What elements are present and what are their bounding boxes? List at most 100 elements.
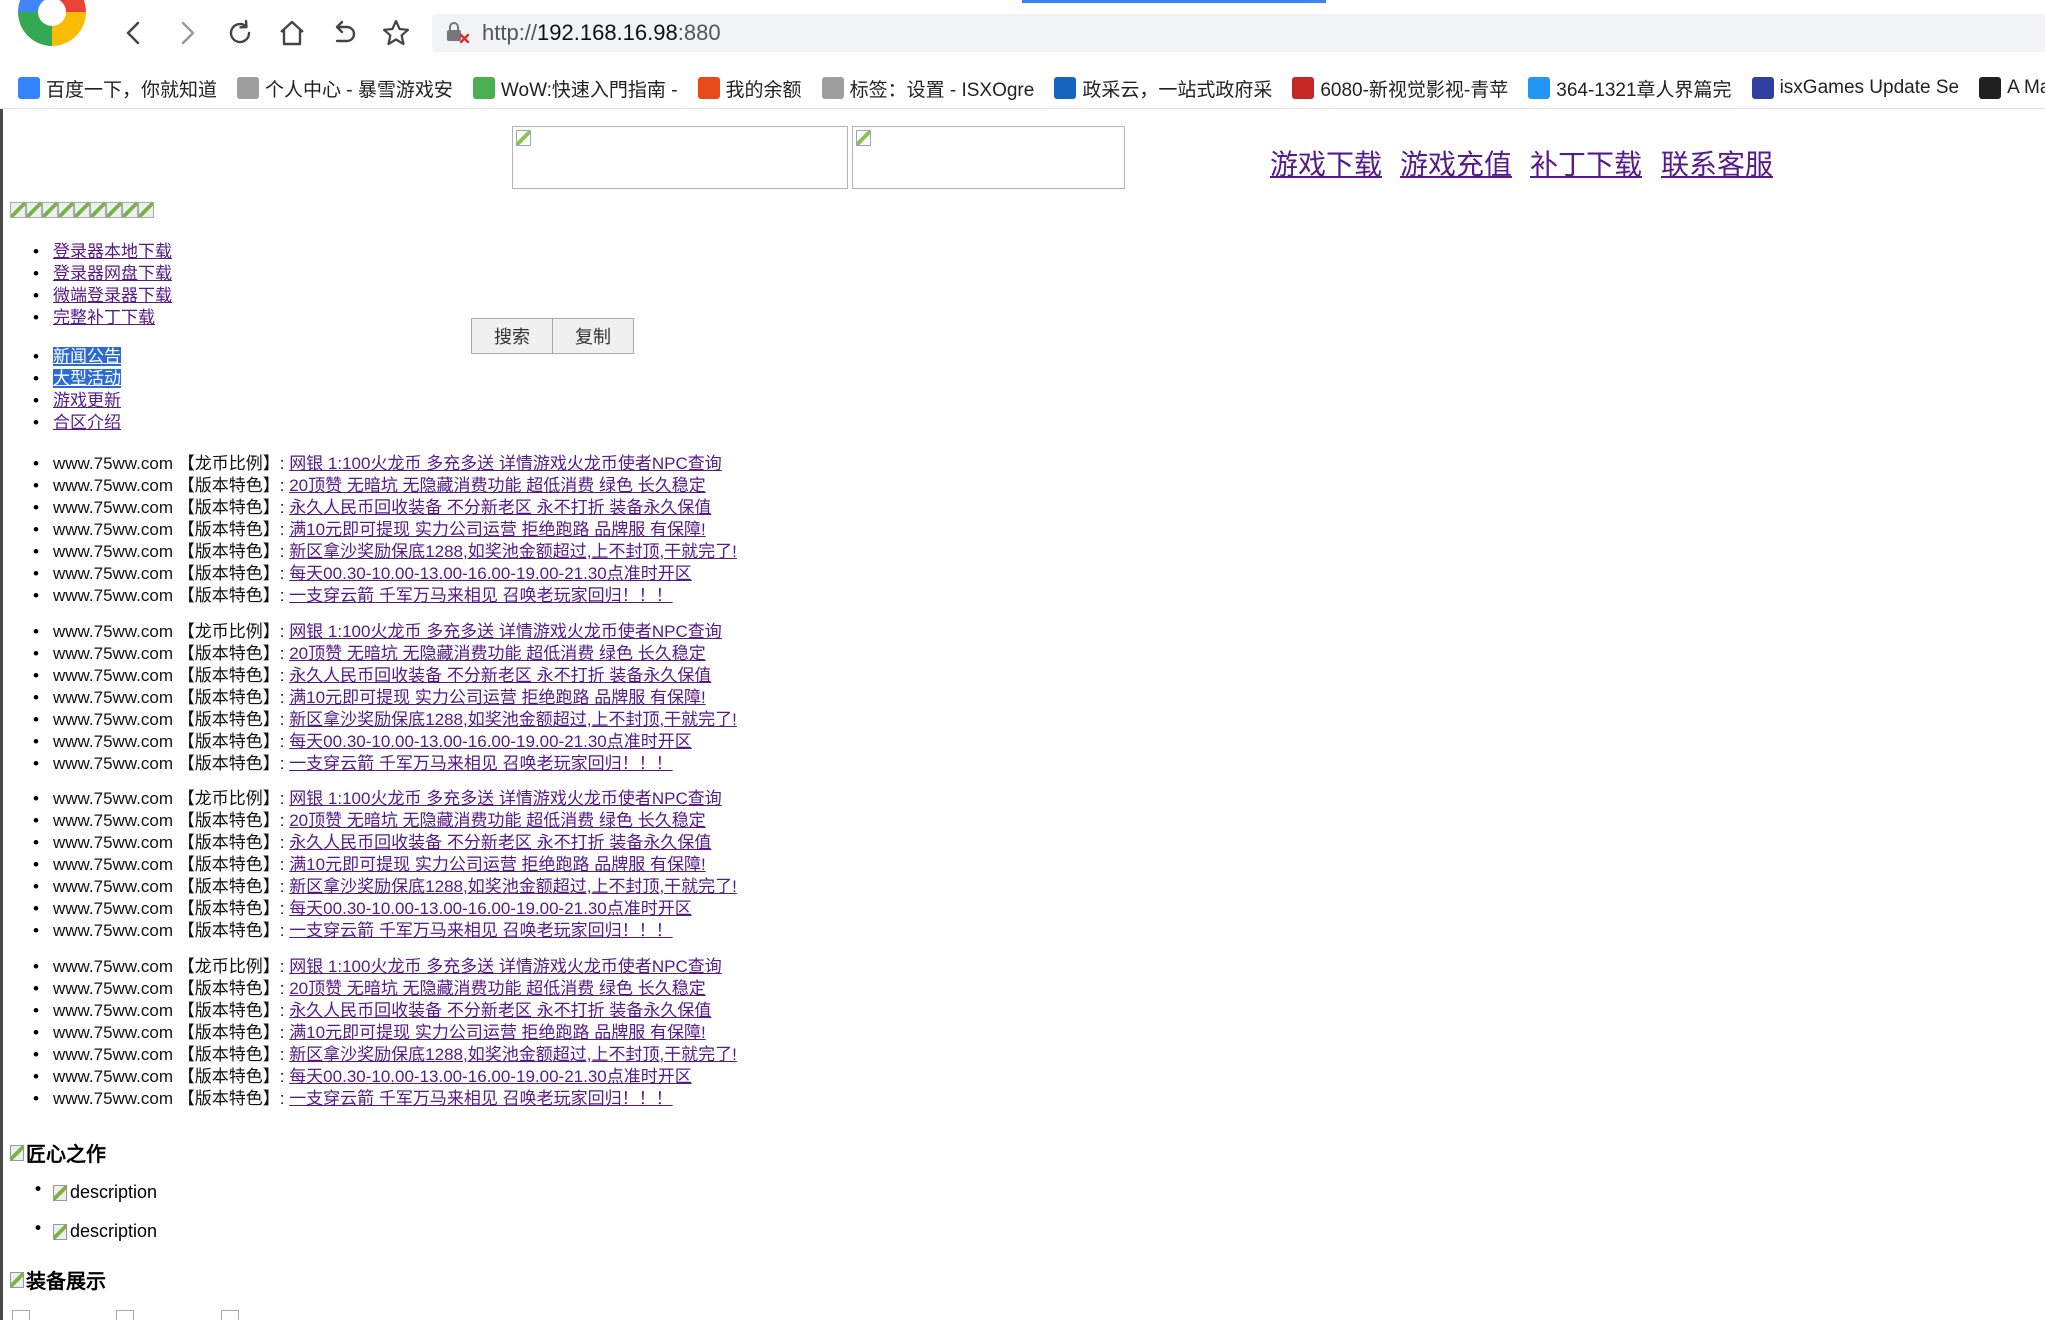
equipment-image-2	[116, 1310, 134, 1320]
promo-tag: 【版本特色】:	[177, 644, 285, 663]
bookmark-item[interactable]: 364-1321章人界篇完	[1528, 75, 1732, 102]
promo-site: www.75ww.com	[53, 789, 173, 808]
url-text[interactable]: http://192.168.16.98:880	[482, 20, 721, 46]
promo-site: www.75ww.com	[53, 1067, 173, 1086]
promo-row: www.75ww.com 【版本特色】: 20顶赞 无暗坑 无隐藏消费功能 超低…	[0, 643, 737, 665]
promo-site: www.75ww.com	[53, 1001, 173, 1020]
search-button[interactable]: 搜索	[471, 318, 553, 354]
promo-tag: 【版本特色】:	[177, 498, 285, 517]
promo-link[interactable]: 每天00.30-10.00-13.00-16.00-19.00-21.30点准时…	[289, 1067, 692, 1086]
promo-link[interactable]: 网银 1:100火龙币 多充多送 详情游戏火龙币使者NPC查询	[289, 622, 722, 641]
download-link[interactable]: 完整补丁下载	[53, 308, 155, 327]
bookmark-item[interactable]: 个人中心 - 暴雪游戏安	[237, 75, 453, 102]
broken-image-icon	[90, 202, 106, 218]
promo-link[interactable]: 网银 1:100火龙币 多充多送 详情游戏火龙币使者NPC查询	[289, 454, 722, 473]
reload-button[interactable]	[220, 13, 260, 53]
promo-link[interactable]: 20顶赞 无暗坑 无隐藏消费功能 超低消费 绿色 长久稳定	[289, 644, 706, 663]
home-icon	[280, 20, 304, 46]
promo-link[interactable]: 一支穿云箭 千军万马来相见 召唤老玩家回归！！！	[289, 754, 672, 773]
promo-link[interactable]: 永久人民币回收装备 不分新老区 永不打折 装备永久保值	[289, 666, 711, 685]
bookmark-item[interactable]: 百度一下，你就知道	[18, 75, 217, 102]
bookmark-item[interactable]: 我的余额	[697, 75, 802, 102]
download-link[interactable]: 微端登录器下载	[53, 286, 172, 305]
promo-link[interactable]: 新区拿沙奖励保底1288,如奖池金额超过,上不封顶,干就完了!	[289, 1045, 737, 1064]
promo-link[interactable]: 网银 1:100火龙币 多充多送 详情游戏火龙币使者NPC查询	[289, 957, 722, 976]
promo-site: www.75ww.com	[53, 622, 173, 641]
promo-link[interactable]: 20顶赞 无暗坑 无隐藏消费功能 超低消费 绿色 长久稳定	[289, 811, 706, 830]
promo-link[interactable]: 一支穿云箭 千军万马来相见 召唤老玩家回归！！！	[289, 1089, 672, 1108]
bookmark-item[interactable]: 6080-新视觉影视-青苹	[1292, 75, 1508, 102]
promo-site: www.75ww.com	[53, 921, 173, 940]
bookmark-item[interactable]: isxGames Update Se	[1751, 77, 1960, 99]
broken-image-icon	[74, 202, 90, 218]
promo-row: www.75ww.com 【版本特色】: 满10元即可提现 实力公司运营 拒绝跑…	[0, 519, 737, 541]
bookmark-item[interactable]: A Mark	[1979, 77, 2045, 99]
film-icon	[1292, 77, 1315, 99]
promo-link[interactable]: 永久人民币回收装备 不分新老区 永不打折 装备永久保值	[289, 1001, 711, 1020]
bookmark-item[interactable]: 政采云，一站式政府采	[1054, 75, 1272, 102]
promo-link[interactable]: 每天00.30-10.00-13.00-16.00-19.00-21.30点准时…	[289, 899, 692, 918]
broken-image-icon	[10, 202, 26, 218]
url-scheme: http://	[482, 20, 538, 45]
bookmark-item[interactable]: WoW:快速入門指南 -	[472, 75, 678, 102]
promo-link[interactable]: 满10元即可提现 实力公司运营 拒绝跑路 品牌服 有保障!	[289, 1023, 706, 1042]
bookmark-item[interactable]: 标签：设置 - ISXOgre	[821, 75, 1034, 102]
nav-game-recharge[interactable]: 游戏充值	[1400, 143, 1512, 183]
promo-site: www.75ww.com	[53, 586, 173, 605]
url-host: 192.168.16.98	[537, 20, 678, 45]
promo-link[interactable]: 新区拿沙奖励保底1288,如奖池金额超过,上不封顶,干就完了!	[289, 877, 737, 896]
forward-button[interactable]	[167, 13, 207, 53]
copy-button[interactable]: 复制	[553, 318, 634, 354]
undo-close-tab-button[interactable]	[324, 13, 364, 53]
promo-tag: 【版本特色】:	[177, 754, 285, 773]
nav-contact-support[interactable]: 联系客服	[1661, 143, 1773, 183]
promo-row: www.75ww.com 【版本特色】: 一支穿云箭 千军万马来相见 召唤老玩家…	[0, 920, 737, 942]
broken-image-icon	[10, 1144, 24, 1161]
promo-link[interactable]: 满10元即可提现 实力公司运营 拒绝跑路 品牌服 有保障!	[289, 520, 706, 539]
tv-icon	[1528, 77, 1551, 99]
news-tab-link[interactable]: 大型活动	[53, 369, 121, 388]
promo-tag: 【版本特色】:	[177, 1045, 285, 1064]
promo-link[interactable]: 永久人民币回收装备 不分新老区 永不打折 装备永久保值	[289, 833, 711, 852]
bookmark-star-button[interactable]	[376, 13, 416, 53]
banner-image-right	[852, 126, 1125, 189]
promo-site: www.75ww.com	[53, 1045, 173, 1064]
promo-link[interactable]: 每天00.30-10.00-13.00-16.00-19.00-21.30点准时…	[289, 564, 692, 583]
list-item: 登录器网盘下载	[0, 263, 172, 285]
promo-link[interactable]: 满10元即可提现 实力公司运营 拒绝跑路 品牌服 有保障!	[289, 688, 706, 707]
promo-link[interactable]: 20顶赞 无暗坑 无隐藏消费功能 超低消费 绿色 长久稳定	[289, 476, 706, 495]
promo-link[interactable]: 永久人民币回收装备 不分新老区 永不打折 装备永久保值	[289, 498, 711, 517]
nav-game-download[interactable]: 游戏下载	[1270, 143, 1382, 183]
back-button[interactable]	[114, 13, 154, 53]
promo-tag: 【龙币比例】:	[177, 957, 285, 976]
download-link[interactable]: 登录器本地下载	[53, 242, 172, 261]
news-tab-link[interactable]: 新闻公告	[53, 347, 121, 366]
news-tab-link[interactable]: 合区介绍	[53, 413, 121, 432]
nav-patch-download[interactable]: 补丁下载	[1530, 143, 1642, 183]
bookmark-label: isxGames Update Se	[1779, 77, 1960, 98]
promo-link[interactable]: 新区拿沙奖励保底1288,如奖池金额超过,上不封顶,干就完了!	[289, 710, 737, 729]
promo-link[interactable]: 满10元即可提现 实力公司运营 拒绝跑路 品牌服 有保障!	[289, 855, 706, 874]
home-button[interactable]	[272, 13, 312, 53]
promo-site: www.75ww.com	[53, 1023, 173, 1042]
promo-site: www.75ww.com	[53, 454, 173, 473]
promo-link[interactable]: 20顶赞 无暗坑 无隐藏消费功能 超低消费 绿色 长久稳定	[289, 979, 706, 998]
promo-link[interactable]: 一支穿云箭 千军万马来相见 召唤老玩家回归！！！	[289, 921, 672, 940]
promo-list: www.75ww.com 【龙币比例】: 网银 1:100火龙币 多充多送 详情…	[0, 788, 737, 942]
star-icon	[382, 19, 410, 46]
broken-image-icon	[53, 1223, 67, 1240]
promo-link[interactable]: 一支穿云箭 千军万马来相见 召唤老玩家回归！！！	[289, 586, 672, 605]
address-bar[interactable]: http://192.168.16.98:880	[432, 14, 2045, 52]
promo-link[interactable]: 每天00.30-10.00-13.00-16.00-19.00-21.30点准时…	[289, 732, 692, 751]
craft-item-alt-text: description	[70, 1221, 158, 1241]
promo-link[interactable]: 新区拿沙奖励保底1288,如奖池金额超过,上不封顶,干就完了!	[289, 542, 737, 561]
promo-tag: 【版本特色】:	[177, 542, 285, 561]
promo-tag: 【版本特色】:	[177, 811, 285, 830]
download-link[interactable]: 登录器网盘下载	[53, 264, 172, 283]
news-tab-link[interactable]: 游戏更新	[53, 391, 121, 410]
promo-tag: 【版本特色】:	[177, 564, 285, 583]
craft-heading: 匠心之作	[10, 1138, 106, 1167]
promo-link[interactable]: 网银 1:100火龙币 多充多送 详情游戏火龙币使者NPC查询	[289, 789, 722, 808]
promo-tag: 【版本特色】:	[177, 877, 285, 896]
promo-tag: 【版本特色】:	[177, 1023, 285, 1042]
